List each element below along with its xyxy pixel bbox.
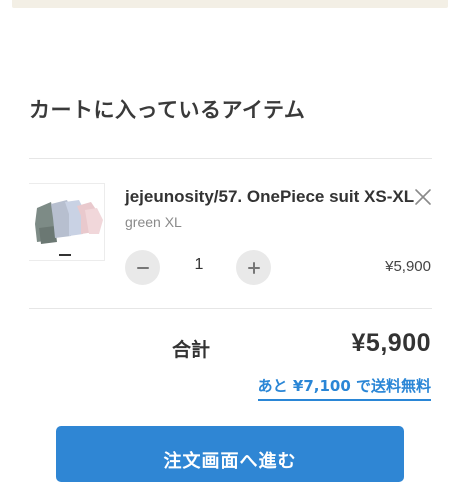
checkout-button[interactable]: 注文画面へ進む: [56, 426, 404, 482]
free-shipping-link[interactable]: あと ¥7,100 で送料無料: [257, 375, 431, 401]
decrement-quantity-button[interactable]: [125, 250, 160, 285]
product-thumbnail[interactable]: [29, 183, 105, 261]
product-image: [29, 184, 104, 260]
item-variant: green XL: [125, 214, 182, 230]
total-value: ¥5,900: [351, 329, 431, 357]
quantity-value[interactable]: 1: [184, 256, 214, 274]
item-name[interactable]: jejeunosity/57. OnePiece suit XS-XL: [125, 187, 414, 207]
item-price: ¥5,900: [385, 258, 431, 275]
top-banner-strip: [12, 0, 448, 8]
close-icon: [415, 189, 431, 205]
page-title: カートに入っているアイテム: [29, 98, 306, 122]
checkout-button-label: 注文画面へ進む: [163, 451, 297, 472]
plus-icon: [247, 261, 260, 274]
remove-item-button[interactable]: [412, 186, 434, 208]
divider: [29, 308, 432, 309]
minus-icon: [136, 266, 149, 269]
divider: [29, 158, 432, 159]
total-label: 合計: [172, 339, 211, 361]
increment-quantity-button[interactable]: [236, 250, 271, 285]
